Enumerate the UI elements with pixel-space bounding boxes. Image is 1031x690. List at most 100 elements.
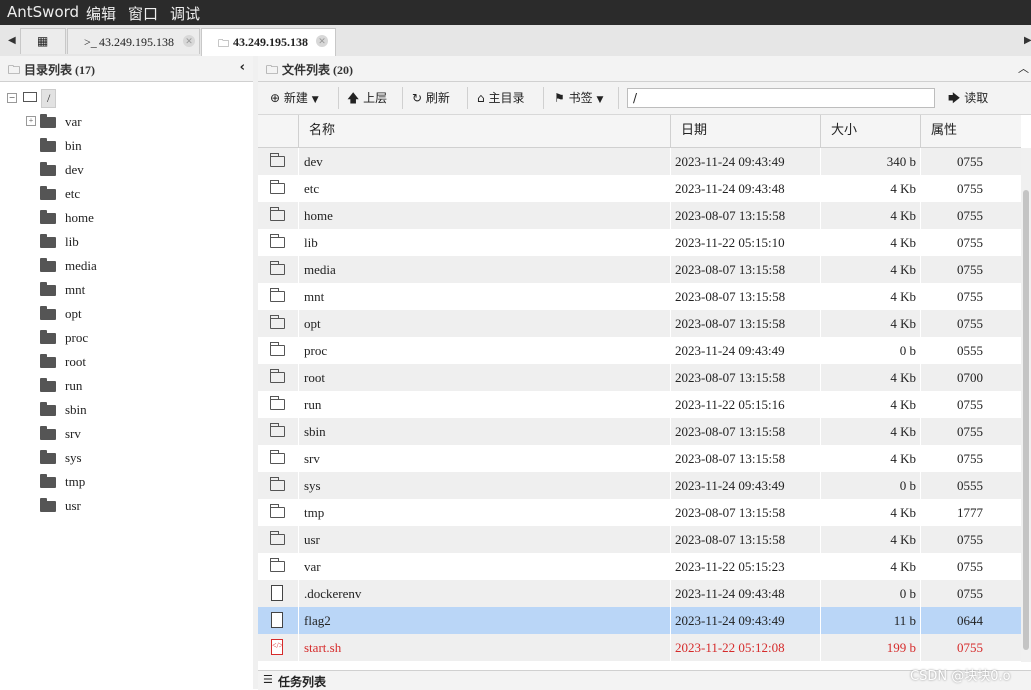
folder-icon bbox=[269, 423, 285, 437]
home-icon: ⌂ bbox=[477, 91, 485, 105]
folder-icon bbox=[40, 378, 56, 392]
cell-attr: 0755 bbox=[920, 445, 1021, 472]
folder-icon bbox=[269, 477, 285, 491]
folder-icon bbox=[269, 450, 285, 464]
expand-toggle-icon[interactable]: + bbox=[26, 116, 36, 126]
cell-name: flag2 bbox=[298, 607, 670, 634]
cell-name: opt bbox=[298, 310, 670, 337]
tree-item-label: lib bbox=[65, 234, 79, 249]
cell-attr: 0755 bbox=[920, 634, 1021, 661]
tree-item-label: proc bbox=[65, 330, 89, 345]
bookmark-button[interactable]: ⚑ 书签 ▼ bbox=[554, 89, 603, 106]
scrollbar-thumb[interactable] bbox=[1023, 190, 1029, 650]
cell-attr: 0755 bbox=[920, 256, 1021, 283]
cell-size: 11 b bbox=[820, 607, 920, 634]
tree-item-label: root bbox=[65, 354, 86, 369]
tree-root[interactable]: − / bbox=[7, 89, 67, 108]
folder-icon bbox=[269, 207, 285, 221]
table-row[interactable]: .dockerenv 2023-11-24 09:43:48 0 b 0755 bbox=[258, 580, 1021, 607]
column-attr[interactable]: 属性 bbox=[920, 115, 1021, 147]
folder-icon bbox=[40, 426, 56, 440]
folder-icon bbox=[269, 153, 285, 167]
refresh-button[interactable]: ↻ 刷新 bbox=[412, 89, 450, 106]
cell-size: 4 Kb bbox=[820, 499, 920, 526]
arrow-right-icon: 🡆 bbox=[948, 91, 961, 105]
new-button[interactable]: ⊕ 新建 ▼ bbox=[270, 89, 319, 106]
watermark: CSDN @块块0.o bbox=[910, 669, 1011, 684]
table-row[interactable]: run 2023-11-22 05:15:16 4 Kb 0755 bbox=[258, 391, 1021, 418]
table-row[interactable]: home 2023-08-07 13:15:58 4 Kb 0755 bbox=[258, 202, 1021, 229]
divider bbox=[467, 87, 468, 109]
table-row[interactable]: media 2023-08-07 13:15:58 4 Kb 0755 bbox=[258, 256, 1021, 283]
table-row[interactable]: mnt 2023-08-07 13:15:58 4 Kb 0755 bbox=[258, 283, 1021, 310]
cell-name: tmp bbox=[298, 499, 670, 526]
folder-icon bbox=[40, 162, 56, 176]
table-row[interactable]: tmp 2023-08-07 13:15:58 4 Kb 1777 bbox=[258, 499, 1021, 526]
cell-size: 4 Kb bbox=[820, 310, 920, 337]
menu-edit[interactable]: 编辑 bbox=[86, 3, 116, 24]
table-row[interactable]: dev 2023-11-24 09:43:49 340 b 0755 bbox=[258, 148, 1021, 175]
tab-scroll-left-icon[interactable]: ◀ bbox=[8, 35, 16, 46]
tab-label: 43.249.195.138 bbox=[99, 35, 174, 49]
cell-attr: 0555 bbox=[920, 472, 1021, 499]
table-row[interactable]: srv 2023-08-07 13:15:58 4 Kb 0755 bbox=[258, 445, 1021, 472]
cell-size: 0 b bbox=[820, 472, 920, 499]
table-row[interactable]: </> start.sh 2023-11-22 05:12:08 199 b 0755 bbox=[258, 634, 1021, 661]
table-row[interactable]: sbin 2023-08-07 13:15:58 4 Kb 0755 bbox=[258, 418, 1021, 445]
file-toolbar: ⊕ 新建 ▼ 🡅 上层 ↻ 刷新 ⌂ 主目录 ⚑ 书签 ▼ / 🡆 读取 bbox=[258, 82, 1031, 115]
caret-down-icon: ▼ bbox=[596, 95, 604, 105]
table-row[interactable]: opt 2023-08-07 13:15:58 4 Kb 0755 bbox=[258, 310, 1021, 337]
table-row[interactable]: root 2023-08-07 13:15:58 4 Kb 0700 bbox=[258, 364, 1021, 391]
grid-icon: ▦ bbox=[37, 34, 49, 48]
table-row[interactable]: usr 2023-08-07 13:15:58 4 Kb 0755 bbox=[258, 526, 1021, 553]
table-row[interactable]: etc 2023-11-24 09:43:48 4 Kb 0755 bbox=[258, 175, 1021, 202]
collapse-icon[interactable]: ‹ bbox=[240, 60, 245, 75]
menu-debug[interactable]: 调试 bbox=[170, 3, 200, 24]
cell-attr: 0755 bbox=[920, 418, 1021, 445]
home-directory-button[interactable]: ⌂ 主目录 bbox=[477, 89, 524, 106]
column-name[interactable]: 名称 bbox=[298, 115, 670, 147]
panel-title: 目录列表 (17) bbox=[24, 63, 95, 77]
column-date[interactable]: 日期 bbox=[670, 115, 820, 147]
tab-terminal[interactable]: >_ 43.249.195.138 ✕ bbox=[67, 28, 200, 54]
menubar: AntSword 编辑 窗口 调试 bbox=[0, 0, 1031, 25]
file-icon bbox=[271, 585, 283, 601]
file-icon bbox=[271, 612, 283, 628]
cell-size: 4 Kb bbox=[820, 283, 920, 310]
terminal-icon: >_ bbox=[84, 35, 97, 49]
cell-size: 4 Kb bbox=[820, 256, 920, 283]
panel-title: 文件列表 (20) bbox=[282, 63, 353, 77]
table-row[interactable]: lib 2023-11-22 05:15:10 4 Kb 0755 bbox=[258, 229, 1021, 256]
app-menu[interactable]: AntSword bbox=[7, 3, 79, 21]
chevron-up-icon[interactable]: ︿ bbox=[1018, 60, 1029, 76]
folder-icon bbox=[40, 402, 56, 416]
tab-scroll-right-icon[interactable]: ▶ bbox=[1024, 35, 1031, 46]
cell-name: srv bbox=[298, 445, 670, 472]
tree-item-label: opt bbox=[65, 306, 82, 321]
tab-home[interactable]: ▦ bbox=[20, 28, 66, 54]
cell-size: 0 b bbox=[820, 337, 920, 364]
tree-item-label: tmp bbox=[65, 474, 86, 489]
up-button[interactable]: 🡅 上层 bbox=[347, 89, 387, 110]
table-row[interactable]: proc 2023-11-24 09:43:49 0 b 0555 bbox=[258, 337, 1021, 364]
read-button[interactable]: 🡆 读取 bbox=[948, 89, 988, 110]
tab-filemanager[interactable]: 🗀 43.249.195.138 ✕ bbox=[201, 28, 336, 56]
close-icon[interactable]: ✕ bbox=[183, 35, 195, 47]
path-input[interactable]: / bbox=[627, 88, 935, 108]
close-icon[interactable]: ✕ bbox=[316, 35, 328, 47]
table-row[interactable]: var 2023-11-22 05:15:23 4 Kb 0755 bbox=[258, 553, 1021, 580]
bookmark-icon: ⚑ bbox=[554, 91, 565, 105]
folder-icon bbox=[269, 180, 285, 194]
cell-name: usr bbox=[298, 526, 670, 553]
cell-size: 4 Kb bbox=[820, 175, 920, 202]
column-size[interactable]: 大小 bbox=[820, 115, 920, 147]
cell-size: 4 Kb bbox=[820, 418, 920, 445]
cell-name: .dockerenv bbox=[298, 580, 670, 607]
collapse-toggle-icon[interactable]: − bbox=[7, 93, 17, 103]
cell-size: 340 b bbox=[820, 148, 920, 175]
menu-window[interactable]: 窗口 bbox=[128, 3, 158, 24]
table-row[interactable]: flag2 2023-11-24 09:43:49 11 b 0644 bbox=[258, 607, 1021, 634]
cell-date: 2023-08-07 13:15:58 bbox=[670, 202, 820, 229]
cell-date: 2023-11-22 05:12:08 bbox=[670, 634, 820, 661]
table-row[interactable]: sys 2023-11-24 09:43:49 0 b 0555 bbox=[258, 472, 1021, 499]
